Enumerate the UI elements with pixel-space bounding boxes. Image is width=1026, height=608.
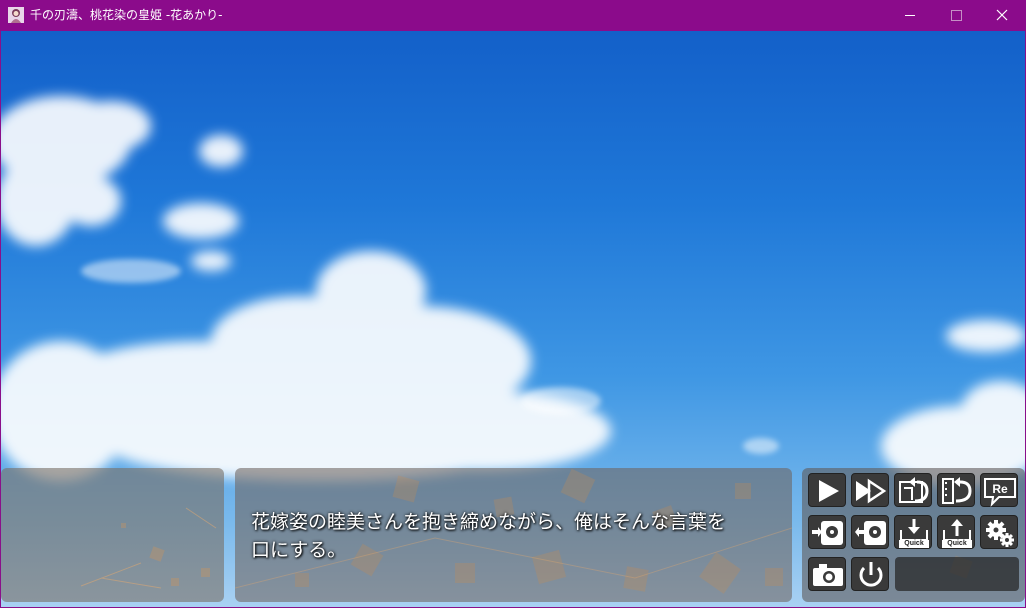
quick-save-button[interactable]: Quick: [894, 515, 932, 549]
disk-load-icon: [855, 521, 886, 545]
title-bar[interactable]: 千の刃濤、桃花染の皇姫 -花あかり-: [0, 0, 1026, 31]
game-scene[interactable]: 花嫁姿の睦美さんを抱き締めながら、俺はそんな言葉を 口にする。 Re Quick…: [1, 31, 1025, 607]
game-window: 千の刃濤、桃花染の皇姫 -花あかり- 花嫁姿の睦美さんを抱き締めながら、俺はそん…: [0, 0, 1026, 608]
load-button[interactable]: [851, 515, 889, 549]
back-log-button[interactable]: [894, 473, 932, 507]
name-box-texture: [80, 507, 217, 589]
camera-icon: [813, 564, 843, 586]
dialogue-text: 花嫁姿の睦美さんを抱き締めながら、俺はそんな言葉を 口にする。: [251, 511, 727, 561]
power-icon: [859, 562, 883, 587]
app-character-icon: [8, 7, 24, 23]
auto-play-button[interactable]: [808, 473, 846, 507]
config-button[interactable]: [980, 515, 1018, 549]
play-icon: [819, 480, 839, 502]
quick-load-label: Quick: [947, 540, 967, 547]
maximize-icon: [951, 10, 962, 21]
name-box: [1, 468, 224, 602]
menu-status-area: [895, 557, 1019, 591]
disk-save-icon: [812, 521, 843, 545]
maximize-button[interactable]: [933, 0, 979, 31]
window-title: 千の刃濤、桃花染の皇姫 -花あかり-: [30, 8, 223, 22]
replay-voice-button[interactable]: Re: [980, 473, 1018, 507]
skip-button[interactable]: [851, 473, 889, 507]
message-window[interactable]: 花嫁姿の睦美さんを抱き締めながら、俺はそんな言葉を 口にする。: [235, 468, 792, 602]
screenshot-button[interactable]: [808, 557, 846, 591]
scene-jump-button[interactable]: [937, 473, 975, 507]
save-button[interactable]: [808, 515, 846, 549]
minimize-icon: [905, 15, 915, 16]
close-button[interactable]: [979, 0, 1025, 31]
minimize-button[interactable]: [887, 0, 933, 31]
film-return-icon: [942, 477, 972, 504]
replay-voice-icon: Re: [984, 478, 1016, 507]
quick-menu: Re Quick Quick: [802, 468, 1025, 602]
close-icon: [996, 9, 1008, 21]
exit-button[interactable]: [851, 557, 889, 591]
gears-icon: [986, 520, 1014, 547]
quick-save-label: Quick: [904, 540, 924, 547]
backlog-icon: [899, 477, 929, 503]
svg-text:Re: Re: [992, 482, 1008, 496]
fast-forward-icon: [856, 478, 887, 504]
quick-load-button[interactable]: Quick: [937, 515, 975, 549]
